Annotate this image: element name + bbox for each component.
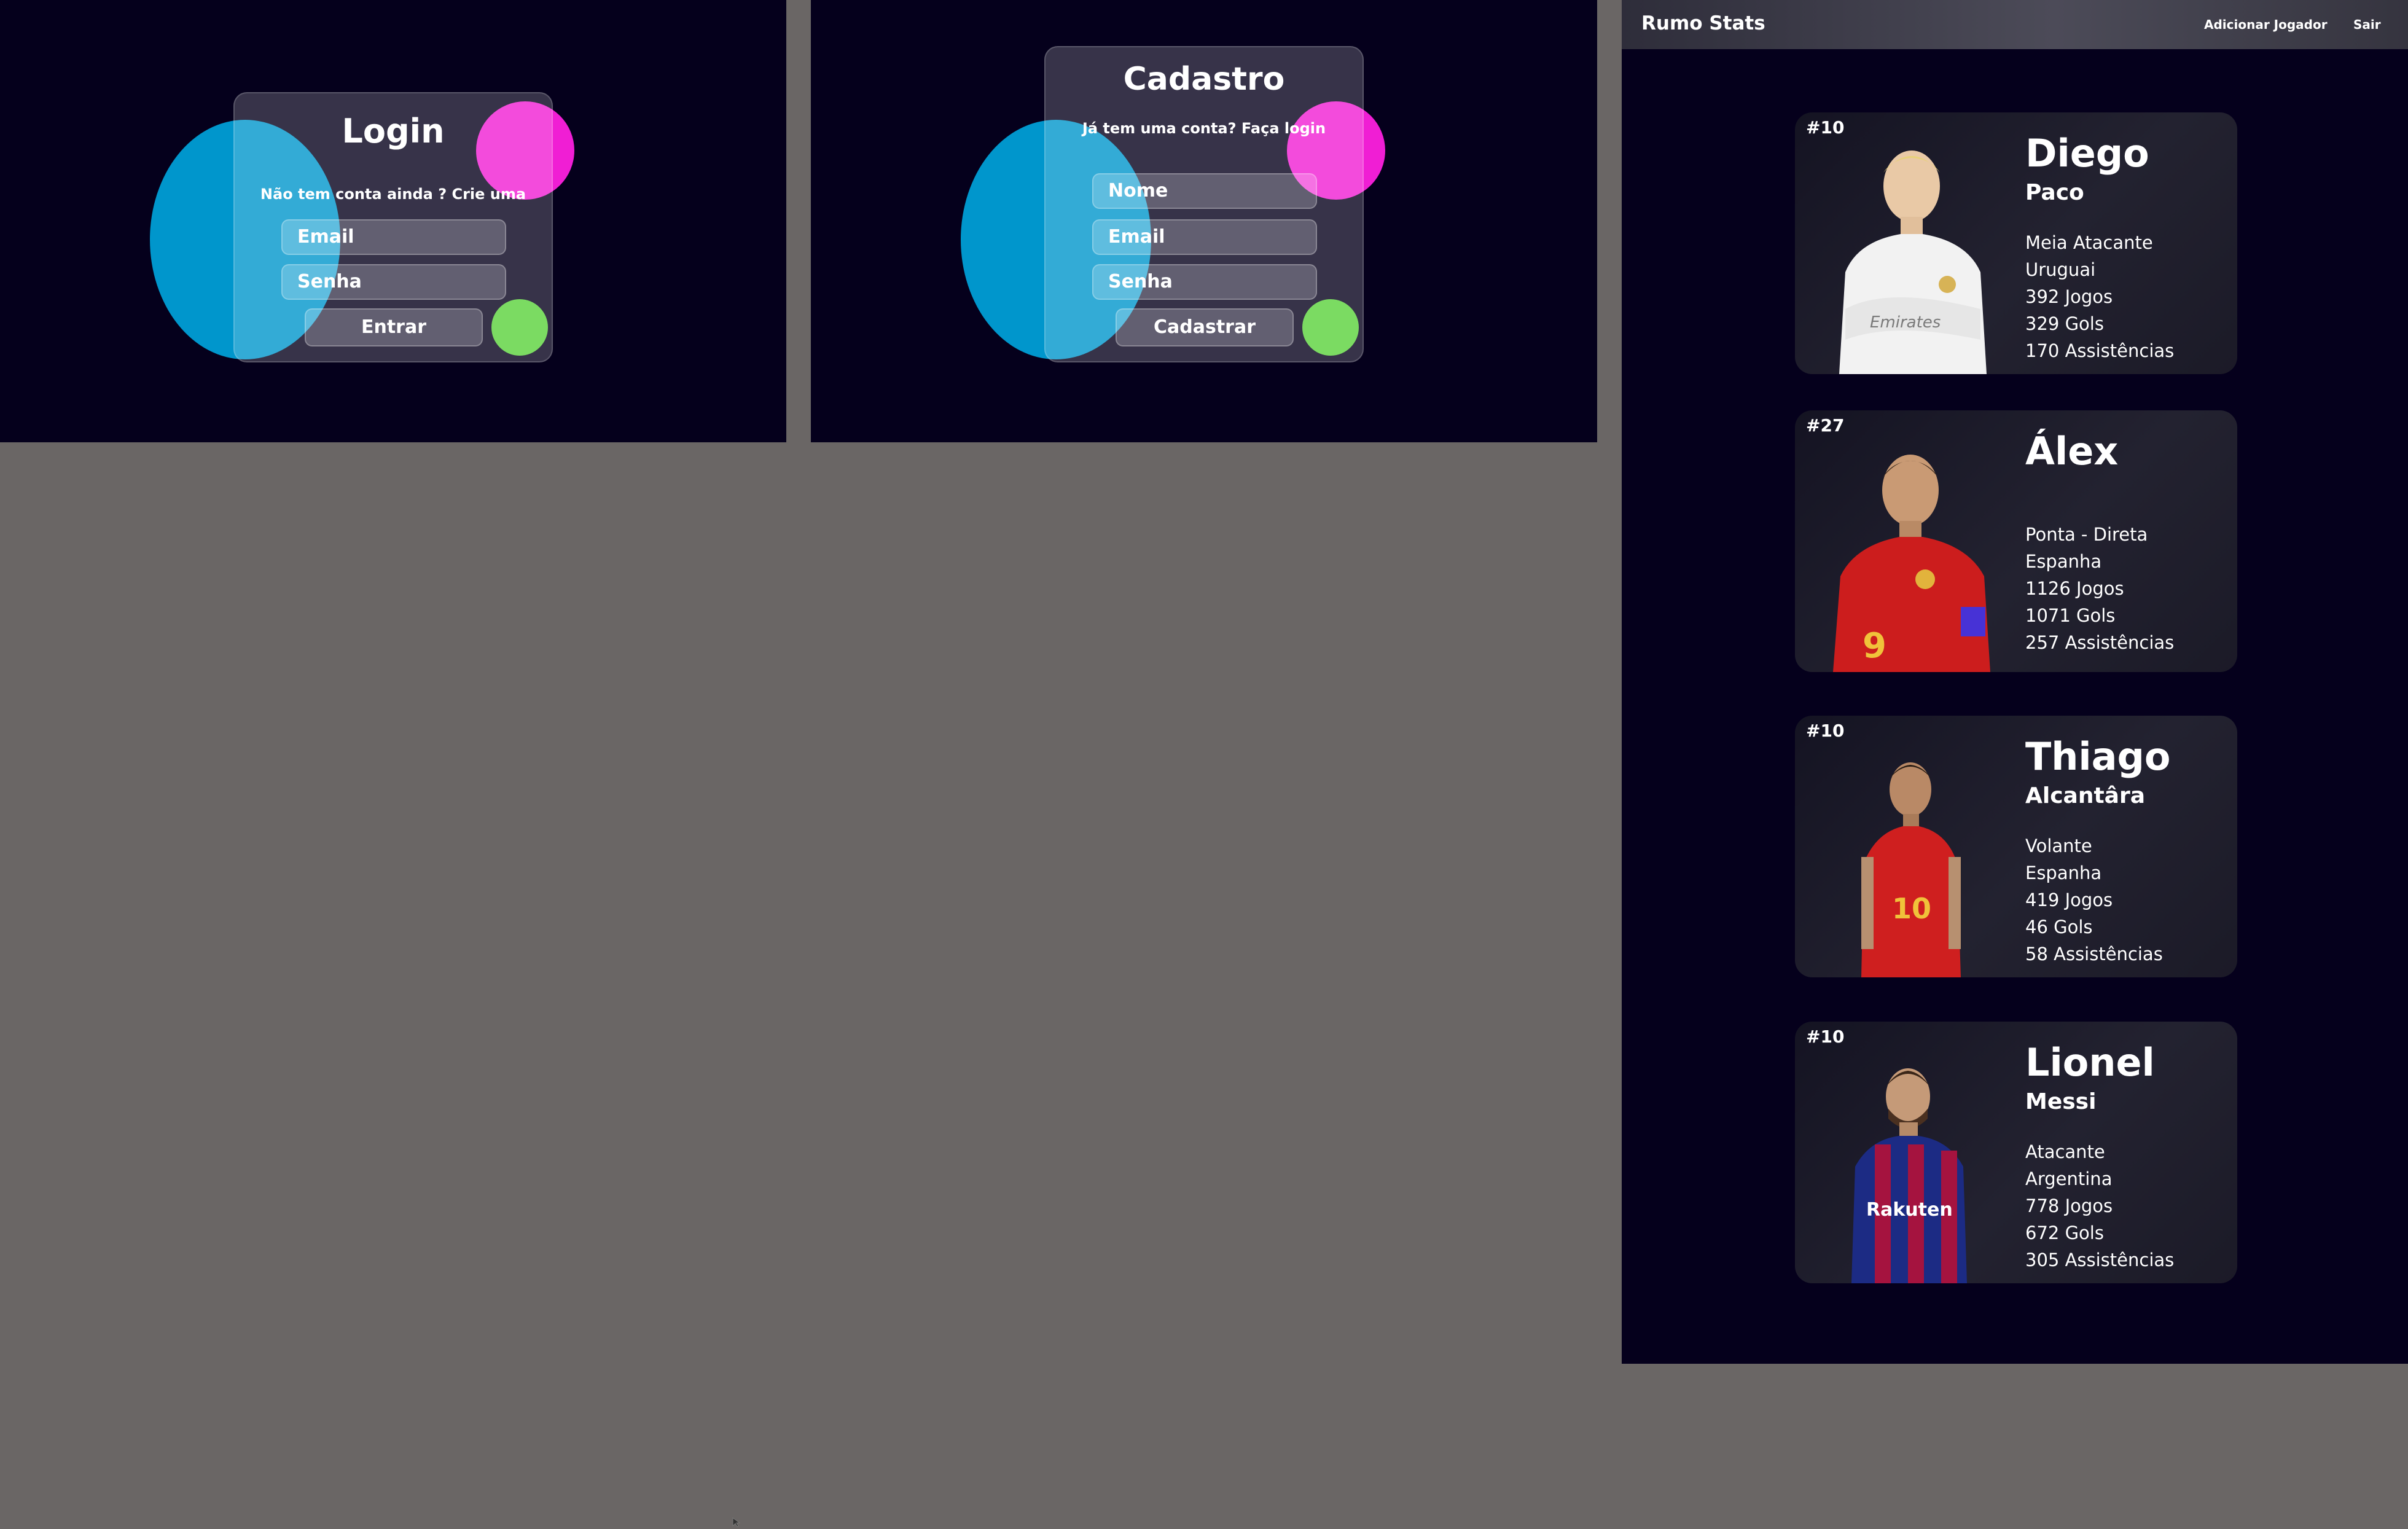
top-navbar: Rumo Stats Adicionar Jogador Sair: [1622, 0, 2408, 49]
players-screen: Rumo Stats Adicionar Jogador Sair #10 Em…: [1622, 0, 2408, 1364]
player-first-name: Lionel: [2025, 1040, 2155, 1085]
login-screen: Login Não tem conta ainda ? Crie uma Ema…: [0, 0, 786, 442]
register-button[interactable]: Cadastrar: [1116, 308, 1294, 346]
player-country: Espanha: [2025, 551, 2102, 572]
signup-link[interactable]: Não tem conta ainda ? Crie uma: [235, 186, 552, 203]
player-stats: Ponta - Direta Espanha 1126 Jogos 1071 G…: [2025, 521, 2174, 656]
player-position: Meia Atacante: [2025, 232, 2153, 253]
player-stats: Atacante Argentina 778 Jogos 672 Gols 30…: [2025, 1138, 2174, 1273]
player-last-name: Alcantâra: [2025, 783, 2146, 808]
player-stats: Volante Espanha 419 Jogos 46 Gols 58 Ass…: [2025, 832, 2163, 968]
player-position: Volante: [2025, 835, 2092, 856]
name-field[interactable]: Nome: [1092, 173, 1317, 209]
player-first-name: Thiago: [2025, 734, 2171, 779]
player-games: 778 Jogos: [2025, 1195, 2113, 1216]
logout-link[interactable]: Sair: [2353, 17, 2381, 32]
player-first-name: Álex: [2025, 429, 2119, 474]
player-stats: Meia Atacante Uruguai 392 Jogos 329 Gols…: [2025, 229, 2174, 364]
player-position: Ponta - Direta: [2025, 524, 2148, 545]
password-field[interactable]: Senha: [1092, 264, 1317, 300]
login-card: Login Não tem conta ainda ? Crie uma Ema…: [233, 92, 553, 362]
brand-logo[interactable]: Rumo Stats: [1641, 12, 1765, 34]
player-photo: 10: [1861, 762, 1961, 977]
player-assists: 257 Assistências: [2025, 632, 2175, 653]
svg-text:10: 10: [1892, 892, 1931, 925]
signup-title: Cadastro: [1123, 61, 1285, 98]
login-title: Login: [342, 112, 445, 151]
login-link[interactable]: Já tem uma conta? Faça login: [1046, 120, 1362, 137]
login-button[interactable]: Entrar: [305, 308, 483, 346]
player-assists: 305 Assistências: [2025, 1249, 2175, 1270]
email-field[interactable]: Email: [1092, 219, 1317, 255]
player-games: 1126 Jogos: [2025, 578, 2124, 599]
player-photo: Emirates: [1839, 151, 1987, 374]
player-country: Espanha: [2025, 862, 2102, 883]
svg-text:9: 9: [1863, 626, 1886, 666]
signup-screen: Cadastro Já tem uma conta? Faça login No…: [811, 0, 1597, 442]
shirt-number: #10: [1806, 1027, 1845, 1047]
shirt-number: #10: [1806, 721, 1845, 741]
player-last-name: Messi: [2025, 1089, 2097, 1114]
player-country: Uruguai: [2025, 259, 2096, 280]
player-card[interactable]: #10 10 Thiago Alcantâra Volante Espanha …: [1795, 716, 2237, 977]
player-photo: Rakuten: [1851, 1068, 1967, 1283]
player-photo: 9: [1833, 455, 1990, 672]
player-position: Atacante: [2025, 1141, 2105, 1162]
player-card[interactable]: #10 Emirates Diego Paco Meia Atacante Ur…: [1795, 112, 2237, 374]
player-first-name: Diego: [2025, 131, 2149, 176]
svg-text:Emirates: Emirates: [1870, 313, 1941, 332]
email-field[interactable]: Email: [281, 219, 506, 255]
player-goals: 329 Gols: [2025, 313, 2104, 334]
player-assists: 170 Assistências: [2025, 340, 2175, 361]
player-goals: 672 Gols: [2025, 1222, 2104, 1243]
password-field[interactable]: Senha: [281, 264, 506, 300]
shirt-sponsor-text: Rakuten: [1866, 1199, 1953, 1221]
shirt-number: #10: [1806, 117, 1845, 138]
shirt-number: #27: [1806, 415, 1845, 436]
player-goals: 1071 Gols: [2025, 605, 2116, 626]
player-games: 419 Jogos: [2025, 890, 2113, 910]
player-card[interactable]: #27 9 Álex Ponta - Direta Espanha 1126 J…: [1795, 410, 2237, 672]
player-games: 392 Jogos: [2025, 286, 2113, 307]
player-assists: 58 Assistências: [2025, 944, 2163, 964]
player-goals: 46 Gols: [2025, 917, 2093, 937]
player-card[interactable]: #10 Rakuten Lionel Messi Atacante Argent…: [1795, 1022, 2237, 1283]
player-country: Argentina: [2025, 1168, 2113, 1189]
player-last-name: Paco: [2025, 180, 2084, 205]
signup-card: Cadastro Já tem uma conta? Faça login No…: [1044, 46, 1364, 362]
add-player-link[interactable]: Adicionar Jogador: [2204, 17, 2328, 32]
mouse-cursor-icon: [732, 1517, 741, 1527]
